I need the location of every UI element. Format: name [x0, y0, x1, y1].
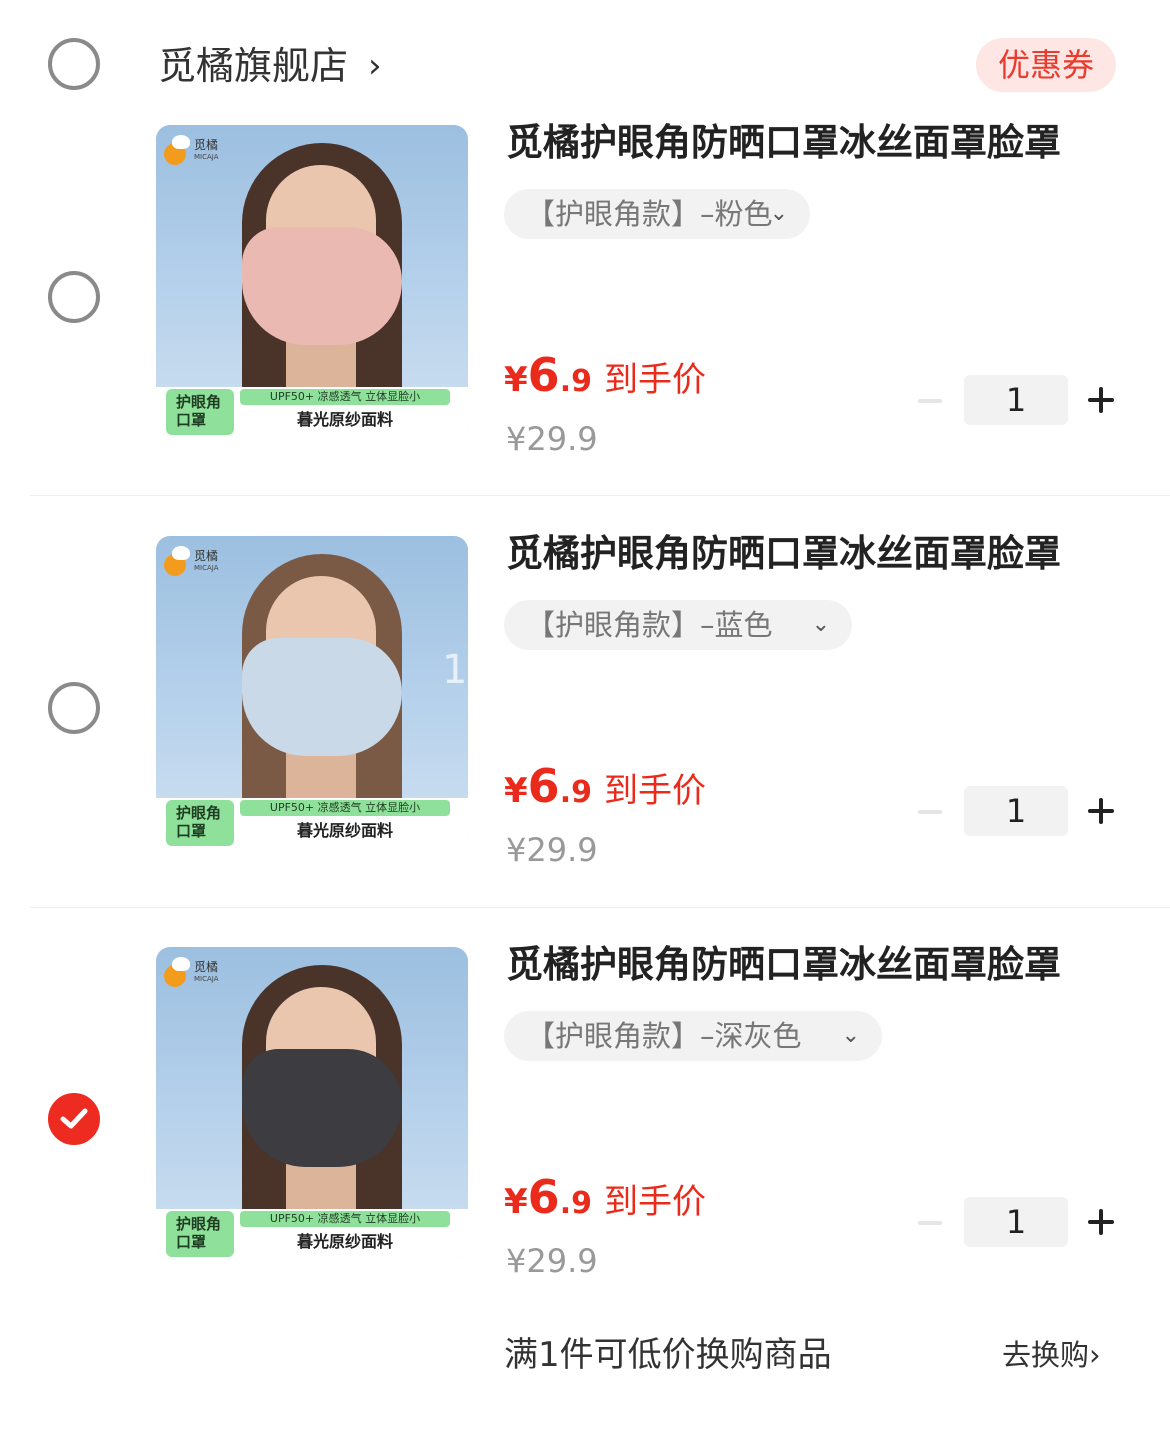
sku-label: 【护眼角款】–粉色	[526, 197, 773, 231]
image-banner: 护眼角口罩 UPF50+ 凉感透气 立体显脸小 暮光原纱面料	[156, 1209, 468, 1259]
final-price: ¥6.9 到手价	[504, 348, 706, 402]
promo-text: 满1件可低价换购商品	[504, 1335, 832, 1375]
cart-item: 觅橘 MICAJA 护眼角口罩 UPF50+ 凉感透气 立体显脸小 暮光原纱面料…	[0, 943, 1170, 1358]
item-select-radio[interactable]	[48, 1093, 100, 1145]
increase-qty-button[interactable]	[1082, 381, 1120, 419]
item-select-radio[interactable]	[48, 271, 100, 323]
coupon-button[interactable]: 优惠券	[976, 38, 1116, 92]
sku-label: 【护眼角款】–蓝色	[526, 608, 773, 642]
store-name[interactable]: 觅橘旗舰店	[158, 40, 348, 92]
product-title[interactable]: 觅橘护眼角防晒口罩冰丝面罩脸罩	[506, 941, 1061, 989]
original-price: ¥29.9	[506, 420, 598, 458]
divider	[30, 495, 1170, 496]
exchange-link[interactable]: 去换购›	[1002, 1332, 1101, 1378]
product-image[interactable]: 觅橘 MICAJA 护眼角口罩 UPF50+ 凉感透气 立体显脸小 暮光原纱面料	[156, 947, 468, 1259]
chevron-right-icon: ›	[1089, 1338, 1101, 1372]
increase-qty-button[interactable]	[1082, 792, 1120, 830]
original-price: ¥29.9	[506, 1242, 598, 1280]
chevron-down-icon: ⌄	[769, 201, 788, 226]
mask-shape	[242, 1049, 402, 1167]
exchange-link-label: 去换购	[1002, 1338, 1090, 1372]
image-banner: 护眼角口罩 UPF50+ 凉感透气 立体显脸小 暮光原纱面料	[156, 798, 468, 848]
product-image[interactable]: 觅橘 MICAJA 护眼角口罩 UPF50+ 凉感透气 立体显脸小 暮光原纱面料	[156, 125, 468, 437]
quantity-field[interactable]: 1	[964, 786, 1068, 836]
checkmark-icon	[60, 1108, 88, 1129]
original-price: ¥29.9	[506, 831, 598, 869]
quantity-field[interactable]: 1	[964, 1197, 1068, 1247]
item-select-radio[interactable]	[48, 682, 100, 734]
chevron-down-icon: ⌄	[841, 1023, 860, 1048]
image-banner: 护眼角口罩 UPF50+ 凉感透气 立体显脸小 暮光原纱面料	[156, 387, 468, 437]
brand-logo: 觅橘 MICAJA	[164, 957, 234, 987]
sku-selector[interactable]: 【护眼角款】–深灰色 ⌄	[504, 1011, 882, 1061]
decrease-qty-button[interactable]	[912, 794, 948, 830]
cart-item: 觅橘 MICAJA 护眼角口罩 UPF50+ 凉感透气 立体显脸小 暮光原纱面料…	[0, 532, 1170, 947]
mask-shape	[242, 638, 402, 756]
store-chevron-icon[interactable]: ›	[368, 40, 382, 92]
decrease-qty-button[interactable]	[912, 1205, 948, 1241]
store-select-radio[interactable]	[48, 38, 100, 90]
chevron-down-icon: ⌄	[811, 612, 830, 637]
decrease-qty-button[interactable]	[912, 383, 948, 419]
watermark: 123321abc	[442, 647, 667, 693]
cart-item: 觅橘 MICAJA 护眼角口罩 UPF50+ 凉感透气 立体显脸小 暮光原纱面料…	[0, 121, 1170, 536]
brand-logo: 觅橘 MICAJA	[164, 135, 234, 165]
product-title[interactable]: 觅橘护眼角防晒口罩冰丝面罩脸罩	[506, 119, 1061, 167]
sku-label: 【护眼角款】–深灰色	[526, 1019, 802, 1053]
divider	[30, 907, 1170, 908]
mask-shape	[242, 227, 402, 345]
product-title[interactable]: 觅橘护眼角防晒口罩冰丝面罩脸罩	[506, 530, 1061, 578]
increase-qty-button[interactable]	[1082, 1203, 1120, 1241]
final-price: ¥6.9 到手价	[504, 1170, 706, 1224]
sku-selector[interactable]: 【护眼角款】–粉色 ⌄	[504, 189, 810, 239]
final-price: ¥6.9 到手价	[504, 759, 706, 813]
brand-logo: 觅橘 MICAJA	[164, 546, 234, 576]
product-image[interactable]: 觅橘 MICAJA 护眼角口罩 UPF50+ 凉感透气 立体显脸小 暮光原纱面料	[156, 536, 468, 848]
quantity-field[interactable]: 1	[964, 375, 1068, 425]
sku-selector[interactable]: 【护眼角款】–蓝色 ⌄	[504, 600, 852, 650]
